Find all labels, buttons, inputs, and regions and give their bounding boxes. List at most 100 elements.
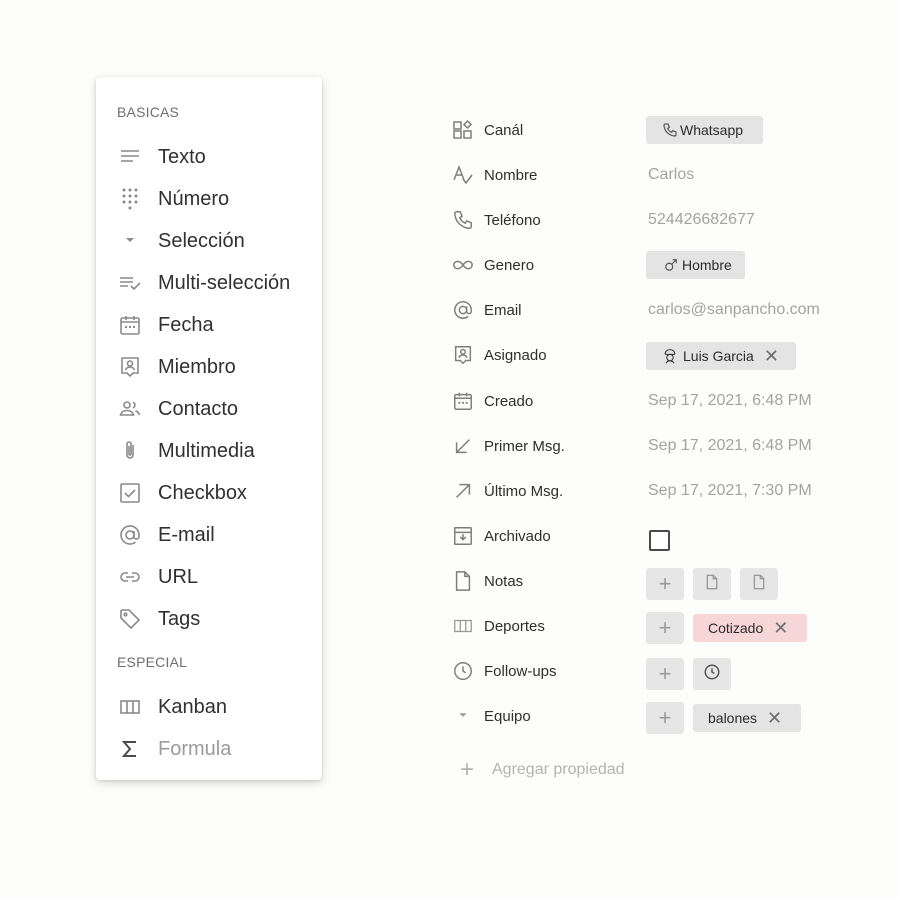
menu-item-numero[interactable]: Número (96, 179, 322, 219)
menu-item-label: Número (158, 188, 230, 210)
remove-icon[interactable]: ✕ (764, 347, 779, 365)
menu-item-formula[interactable]: Formula (96, 729, 322, 769)
nota-file-1[interactable] (693, 568, 731, 600)
clock-icon (703, 663, 721, 686)
property-name: Nombre (484, 167, 538, 184)
menu-item-url[interactable]: URL (96, 557, 322, 597)
property-row-email: Email carlos@sanpancho.com (452, 294, 892, 328)
property-row-ultimo-msg: Último Msg. Sep 17, 2021, 7:30 PM (452, 475, 892, 509)
add-follow-up-button[interactable]: + (646, 658, 684, 690)
email-value[interactable]: carlos@sanpancho.com (648, 301, 824, 319)
menu-item-kanban[interactable]: Kanban (96, 687, 322, 727)
menu-item-multi-seleccion[interactable]: Multi-selección (96, 263, 322, 303)
equipo-tag-chip[interactable]: balones ✕ (693, 704, 801, 732)
property-row-creado: Creado Sep 17, 2021, 6:48 PM (452, 385, 892, 419)
menu-item-email[interactable]: E-mail (96, 515, 322, 555)
primer-msg-value: Sep 17, 2021, 6:48 PM (648, 437, 812, 454)
property-row-notas: Notas + (452, 565, 892, 600)
deporte-tag-chip[interactable]: Cotizado ✕ (693, 614, 807, 642)
property-row-deportes: Deportes + Cotizado ✕ (452, 610, 892, 644)
property-name: Teléfono (484, 212, 541, 229)
member-badge-icon (118, 355, 142, 379)
remove-icon[interactable]: ✕ (767, 709, 782, 727)
remove-icon[interactable]: ✕ (773, 619, 788, 637)
kanban-icon (452, 615, 474, 637)
arrow-up-right-icon (452, 480, 474, 502)
creado-value: Sep 17, 2021, 6:48 PM (648, 392, 812, 409)
property-name: Primer Msg. (484, 438, 565, 455)
menu-item-contacto[interactable]: Contacto (96, 389, 322, 429)
menu-item-label: Multimedia (158, 440, 255, 462)
property-row-genero: Genero Hombre (452, 249, 892, 283)
asignado-chip[interactable]: Luis Garcia ✕ (646, 342, 796, 370)
menu-item-multimedia[interactable]: Multimedia (96, 431, 322, 471)
phone-icon (662, 122, 678, 138)
member-badge-icon (452, 344, 474, 366)
property-row-canal: Canál Whatsapp (452, 114, 892, 148)
property-name: Creado (484, 393, 534, 410)
document-icon (704, 573, 720, 596)
property-row-archivado: Archivado (452, 520, 892, 554)
text-abc-icon (452, 164, 474, 186)
phone-icon (452, 209, 474, 231)
follow-up-item[interactable] (693, 658, 731, 690)
deporte-tag-value: Cotizado (708, 620, 764, 636)
menu-item-label: Contacto (158, 398, 239, 420)
menu-item-label: Texto (158, 146, 206, 168)
property-name: Equipo (484, 708, 531, 725)
menu-item-checkbox[interactable]: Checkbox (96, 473, 322, 513)
menu-item-tags[interactable]: Tags (96, 599, 322, 639)
menu-item-label: Multi-selección (158, 272, 291, 294)
menu-item-label: URL (158, 566, 199, 588)
tag-icon (118, 607, 142, 631)
document-icon (751, 573, 767, 596)
property-name: Email (484, 302, 522, 319)
add-equipo-button[interactable]: + (646, 702, 684, 734)
telefono-value[interactable]: 524426682677 (648, 211, 824, 229)
at-icon (118, 523, 142, 547)
property-type-menu: BASICAS Texto Número Selección Multi-sel… (96, 77, 322, 780)
property-name: Asignado (484, 347, 547, 364)
archive-icon (452, 525, 474, 547)
nombre-value[interactable]: Carlos (648, 166, 824, 184)
canal-chip[interactable]: Whatsapp (646, 116, 763, 144)
property-row-telefono: Teléfono 524426682677 (452, 204, 892, 238)
nota-file-2[interactable] (740, 568, 778, 600)
checkbox-icon (118, 481, 142, 505)
add-nota-button[interactable]: + (646, 568, 684, 600)
property-row-equipo: Equipo + balones ✕ (452, 700, 892, 734)
infinity-icon (452, 254, 474, 276)
calendar-icon (452, 390, 474, 412)
property-row-nombre: Nombre Carlos (452, 159, 892, 193)
lines-icon (118, 145, 142, 169)
arrow-down-left-icon (452, 435, 474, 457)
genero-value: Hombre (682, 257, 732, 273)
canal-value: Whatsapp (680, 122, 744, 138)
property-name: Deportes (484, 618, 545, 635)
menu-item-miembro[interactable]: Miembro (96, 347, 322, 387)
kanban-icon (118, 695, 142, 719)
checklist-icon (118, 271, 142, 295)
ultimo-msg-value: Sep 17, 2021, 7:30 PM (648, 482, 812, 499)
property-name: Último Msg. (484, 483, 564, 500)
asignado-value: Luis Garcia (683, 348, 754, 364)
property-name: Archivado (484, 528, 551, 545)
equipo-tag-value: balones (708, 710, 758, 726)
menu-item-label: Miembro (158, 356, 236, 378)
menu-item-texto[interactable]: Texto (96, 137, 322, 177)
male-icon (664, 258, 678, 272)
menu-item-label: E-mail (158, 524, 215, 546)
genero-chip[interactable]: Hombre (646, 251, 745, 279)
archivado-checkbox[interactable] (649, 530, 670, 551)
property-name: Canál (484, 122, 524, 139)
menu-item-label: Checkbox (158, 482, 247, 504)
menu-item-seleccion[interactable]: Selección (96, 221, 322, 261)
add-deporte-button[interactable]: + (646, 612, 684, 644)
menu-item-label: Selección (158, 230, 245, 252)
caret-down-icon (452, 705, 474, 727)
clock-icon (452, 660, 474, 682)
property-name: Notas (484, 573, 524, 590)
at-icon (452, 299, 474, 321)
property-row-follow-ups: Follow-ups + (452, 655, 892, 690)
menu-item-fecha[interactable]: Fecha (96, 305, 322, 345)
